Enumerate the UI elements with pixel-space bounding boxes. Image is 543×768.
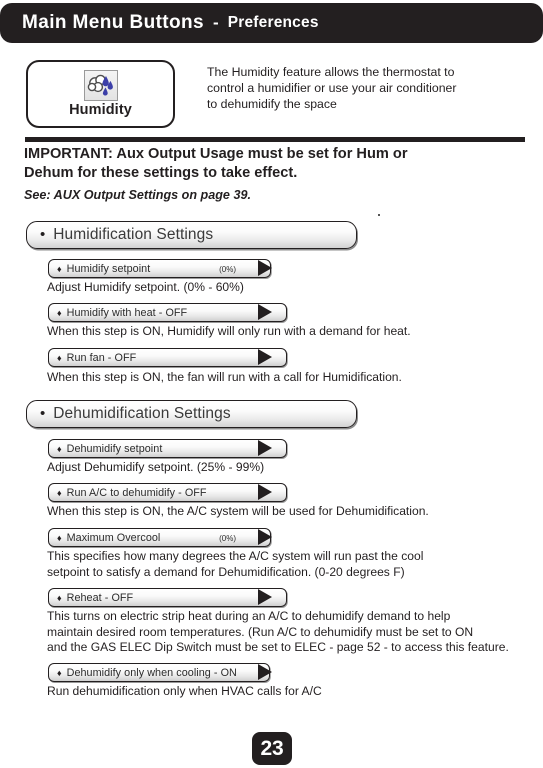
setting-description-line: When this step is ON, the A/C system wil… (47, 504, 429, 518)
setting-description-line: This specifies how many degrees the A/C … (47, 549, 424, 563)
page-title: Main Menu Buttons (22, 12, 205, 33)
important-notice-line: Dehum for these settings to take effect. (24, 165, 298, 181)
setting-dehumidify-setpoint[interactable]: ♦ Dehumidify setpoint (48, 439, 287, 458)
section-header-label: Humidification Settings (53, 226, 214, 243)
setting-description-line: and the GAS ELEC Dip Switch must be set … (47, 640, 509, 654)
setting-description: This turns on electric strip heat during… (47, 609, 509, 656)
feature-description-line: The Humidity feature allows the thermost… (207, 65, 455, 79)
section-divider (25, 137, 525, 142)
setting-label: Reheat - OFF (66, 591, 134, 604)
setting-description-line: Run dehumidification only when HVAC call… (47, 684, 322, 698)
chevron-right-icon[interactable] (258, 484, 272, 500)
setting-label: Maximum Overcool (66, 531, 161, 544)
setting-label: Run A/C to dehumidify - OFF (66, 486, 207, 499)
important-notice: IMPORTANT: Aux Output Usage must be set … (24, 145, 529, 183)
chevron-right-icon[interactable] (258, 440, 272, 456)
setting-description: This specifies how many degrees the A/C … (47, 549, 423, 580)
feature-description-line: control a humidifier or use your air con… (207, 81, 457, 96)
chevron-right-icon[interactable] (258, 349, 272, 365)
header-separator: - (213, 13, 219, 32)
humidity-button-label: Humidity (69, 102, 132, 118)
page-number-badge: 23 (252, 732, 292, 765)
stray-mark (378, 214, 380, 216)
setting-description: When this step is ON, Humidify will only… (47, 324, 411, 340)
setting-label: Run fan - OFF (66, 351, 137, 364)
setting-label: Humidify with heat - OFF (66, 306, 188, 319)
setting-label: Humidify setpoint (66, 262, 151, 275)
setting-label: Dehumidify setpoint (66, 442, 163, 455)
page-header-bar: Main Menu Buttons - Preferences (0, 3, 543, 43)
setting-description-line: When this step is ON, the fan will run w… (47, 370, 402, 384)
setting-run-ac-to-dehumidify[interactable]: ♦ Run A/C to dehumidify - OFF (48, 483, 287, 502)
chevron-right-icon[interactable] (258, 589, 272, 605)
important-notice-line: IMPORTANT: Aux Output Usage must be set … (24, 146, 408, 162)
setting-description: When this step is ON, the A/C system wil… (47, 504, 429, 520)
setting-description-line: Adjust Dehumidify setpoint. (25% - 99%) (47, 460, 265, 474)
setting-description-line: maintain desired room temperatures. (Run… (47, 624, 474, 639)
see-reference-note: See: AUX Output Settings on page 39. (24, 188, 251, 202)
setting-description-line: Adjust Humidify setpoint. (0% - 60%) (47, 280, 244, 294)
setting-value: (0%) (219, 265, 236, 274)
setting-humidify-with-heat[interactable]: ♦ Humidify with heat - OFF (48, 303, 287, 322)
setting-reheat[interactable]: ♦ Reheat - OFF (48, 588, 287, 607)
page-subtitle: Preferences (227, 14, 319, 31)
setting-maximum-overcool[interactable]: ♦ Maximum Overcool (0%) (48, 528, 271, 547)
setting-humidify-setpoint[interactable]: ♦ Humidify setpoint (0%) (48, 259, 271, 278)
humidity-menu-button[interactable]: Humidity (26, 60, 175, 128)
chevron-right-icon[interactable] (258, 260, 272, 276)
humidity-cloud-raindrops-icon (83, 70, 118, 101)
setting-description: Run dehumidification only when HVAC call… (47, 684, 322, 700)
setting-description-line: This turns on electric strip heat during… (47, 609, 451, 623)
setting-label: Dehumidify only when cooling - ON (66, 666, 237, 679)
feature-description-line: to dehumidify the space (207, 97, 337, 112)
feature-description: The Humidity feature allows the thermost… (207, 64, 527, 113)
setting-description-line: When this step is ON, Humidify will only… (47, 324, 411, 338)
setting-description-line: setpoint to satisfy a demand for Dehumid… (47, 564, 405, 579)
section-header-label: Dehumidification Settings (53, 405, 231, 422)
setting-dehumidify-only-when-cooling[interactable]: ♦ Dehumidify only when cooling - ON (48, 663, 270, 682)
chevron-right-icon[interactable] (258, 664, 272, 680)
setting-run-fan[interactable]: ♦ Run fan - OFF (48, 348, 287, 367)
setting-description: Adjust Humidify setpoint. (0% - 60%) (47, 280, 244, 296)
setting-description: When this step is ON, the fan will run w… (47, 370, 402, 386)
chevron-right-icon[interactable] (258, 529, 272, 545)
setting-value: (0%) (219, 534, 236, 543)
section-header-dehumidification[interactable]: • Dehumidification Settings (26, 400, 357, 428)
section-header-humidification[interactable]: • Humidification Settings (26, 221, 357, 249)
setting-description: Adjust Dehumidify setpoint. (25% - 99%) (47, 460, 264, 476)
page-number: 23 (260, 736, 284, 760)
chevron-right-icon[interactable] (258, 304, 272, 320)
